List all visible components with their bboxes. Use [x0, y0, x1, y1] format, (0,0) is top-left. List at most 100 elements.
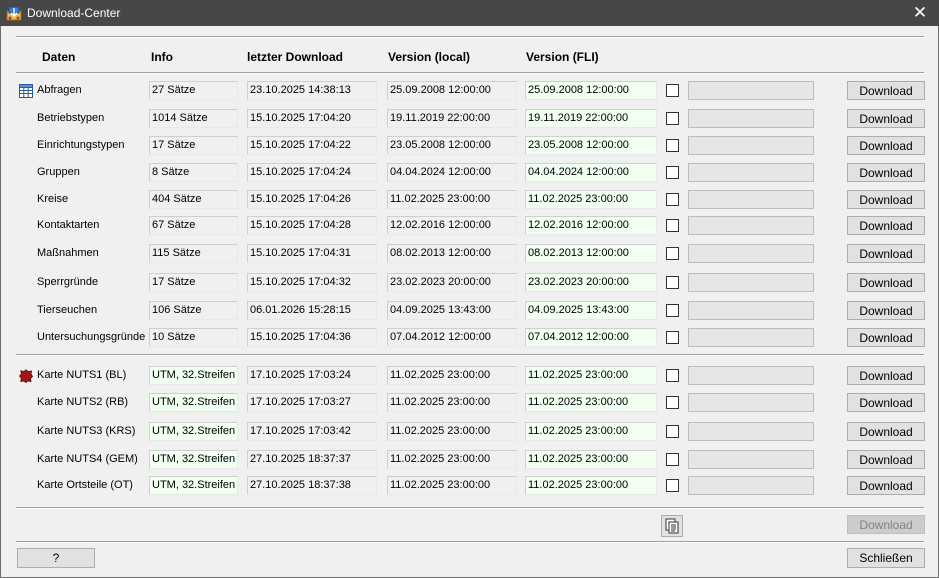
- title-bar: Download-Center ✕: [0, 0, 939, 26]
- last-download-field: 15.10.2025 17:04:22: [247, 136, 377, 155]
- select-checkbox[interactable]: [666, 247, 679, 260]
- version-local-field: 04.09.2025 13:43:00: [387, 301, 517, 320]
- download-button[interactable]: Download: [847, 476, 925, 495]
- version-fli-field: 11.02.2025 23:00:00: [525, 450, 657, 469]
- version-fli-field: 23.02.2023 20:00:00: [525, 273, 657, 292]
- separator-top: [16, 36, 924, 38]
- download-button[interactable]: Download: [847, 216, 925, 235]
- version-local-field: 25.09.2008 12:00:00: [387, 81, 517, 100]
- info-field: 17 Sätze: [149, 273, 238, 292]
- row-name: Maßnahmen: [37, 247, 99, 259]
- last-download-field: 17.10.2025 17:03:42: [247, 422, 377, 441]
- last-download-field: 15.10.2025 17:04:36: [247, 328, 377, 347]
- download-button[interactable]: Download: [847, 450, 925, 469]
- tables-row: Untersuchungsgründe 10 Sätze 15.10.2025 17…: [1, 328, 939, 348]
- download-progress-bar: [688, 450, 814, 469]
- download-progress-bar: [688, 273, 814, 292]
- tables-row: Kreise 404 Sätze 15.10.2025 17:04:26 11.02.…: [1, 190, 939, 210]
- row-name: Karte NUTS1 (BL): [37, 369, 127, 381]
- last-download-field: 27.10.2025 18:37:38: [247, 476, 377, 495]
- last-download-field: 15.10.2025 17:04:31: [247, 244, 377, 263]
- download-button[interactable]: Download: [847, 109, 925, 128]
- download-button[interactable]: Download: [847, 81, 925, 100]
- select-checkbox[interactable]: [666, 84, 679, 97]
- select-checkbox[interactable]: [666, 396, 679, 409]
- last-download-field: 17.10.2025 17:03:24: [247, 366, 377, 385]
- row-name: Betriebstypen: [37, 112, 105, 124]
- row-name: Karte Ortsteile (OT): [37, 479, 133, 491]
- select-checkbox[interactable]: [666, 112, 679, 125]
- version-fli-field: 04.09.2025 13:43:00: [525, 301, 657, 320]
- version-fli-field: 08.02.2013 12:00:00: [525, 244, 657, 263]
- select-checkbox[interactable]: [666, 304, 679, 317]
- select-checkbox[interactable]: [666, 219, 679, 232]
- version-local-field: 07.04.2012 12:00:00: [387, 328, 517, 347]
- copy-button[interactable]: [661, 515, 683, 537]
- download-progress-bar: [688, 136, 814, 155]
- info-field: UTM, 32.Streifen: [149, 476, 238, 495]
- maps-row: Karte NUTS2 (RB) UTM, 32.Streifen 17.10.20…: [1, 393, 939, 413]
- download-button[interactable]: Download: [847, 273, 925, 292]
- download-progress-bar: [688, 163, 814, 182]
- copy-documents-icon: [665, 518, 679, 534]
- select-checkbox[interactable]: [666, 193, 679, 206]
- row-name: Kreise: [37, 193, 69, 205]
- download-progress-bar: [688, 476, 814, 495]
- download-button[interactable]: Download: [847, 422, 925, 441]
- header-version-fli: Version (FLI): [526, 50, 599, 64]
- select-checkbox[interactable]: [666, 425, 679, 438]
- download-button[interactable]: Download: [847, 366, 925, 385]
- help-button[interactable]: ?: [17, 548, 95, 568]
- select-checkbox[interactable]: [666, 276, 679, 289]
- version-local-field: 11.02.2025 23:00:00: [387, 393, 517, 412]
- row-name: Kontaktarten: [37, 219, 100, 231]
- download-all-button[interactable]: Download: [847, 515, 925, 534]
- info-field: UTM, 32.Streifen: [149, 422, 238, 441]
- info-field: 10 Sätze: [149, 328, 238, 347]
- info-field: 115 Sätze: [149, 244, 238, 263]
- download-button[interactable]: Download: [847, 393, 925, 412]
- version-fli-field: 25.09.2008 12:00:00: [525, 81, 657, 100]
- map-region-icon: [18, 369, 34, 384]
- close-button[interactable]: Schließen: [847, 548, 925, 568]
- download-progress-bar: [688, 301, 814, 320]
- download-button[interactable]: Download: [847, 244, 925, 263]
- download-button[interactable]: Download: [847, 301, 925, 320]
- version-local-field: 23.05.2008 12:00:00: [387, 136, 517, 155]
- select-checkbox[interactable]: [666, 331, 679, 344]
- last-download-field: 06.01.2026 15:28:15: [247, 301, 377, 320]
- info-field: 17 Sätze: [149, 136, 238, 155]
- separator-footer: [16, 507, 924, 509]
- close-window-button[interactable]: ✕: [901, 0, 939, 26]
- info-field: 67 Sätze: [149, 216, 238, 235]
- select-checkbox[interactable]: [666, 166, 679, 179]
- version-fli-field: 11.02.2025 23:00:00: [525, 366, 657, 385]
- select-checkbox[interactable]: [666, 453, 679, 466]
- last-download-field: 15.10.2025 17:04:32: [247, 273, 377, 292]
- select-checkbox[interactable]: [666, 369, 679, 382]
- separator-maps: [16, 354, 924, 356]
- version-fli-field: 11.02.2025 23:00:00: [525, 422, 657, 441]
- info-field: UTM, 32.Streifen: [149, 393, 238, 412]
- last-download-field: 27.10.2025 18:37:37: [247, 450, 377, 469]
- download-button[interactable]: Download: [847, 136, 925, 155]
- info-field: 106 Sätze: [149, 301, 238, 320]
- version-fli-field: 04.04.2024 12:00:00: [525, 163, 657, 182]
- tables-row: Gruppen 8 Sätze 15.10.2025 17:04:24 04.04.2…: [1, 163, 939, 183]
- table-grid-icon: [19, 84, 33, 98]
- download-button[interactable]: Download: [847, 163, 925, 182]
- select-checkbox[interactable]: [666, 479, 679, 492]
- tables-row: Sperrgründe 17 Sätze 15.10.2025 17:04:32 23…: [1, 273, 939, 293]
- download-button[interactable]: Download: [847, 328, 925, 347]
- close-icon: ✕: [912, 3, 928, 22]
- version-local-field: 04.04.2024 12:00:00: [387, 163, 517, 182]
- info-field: 404 Sätze: [149, 190, 238, 209]
- download-button[interactable]: Download: [847, 190, 925, 209]
- select-checkbox[interactable]: [666, 139, 679, 152]
- info-field: 27 Sätze: [149, 81, 238, 100]
- version-fli-field: 19.11.2019 22:00:00: [525, 109, 657, 128]
- last-download-field: 15.10.2025 17:04:20: [247, 109, 377, 128]
- version-local-field: 11.02.2025 23:00:00: [387, 190, 517, 209]
- version-fli-field: 12.02.2016 12:00:00: [525, 216, 657, 235]
- download-progress-bar: [688, 393, 814, 412]
